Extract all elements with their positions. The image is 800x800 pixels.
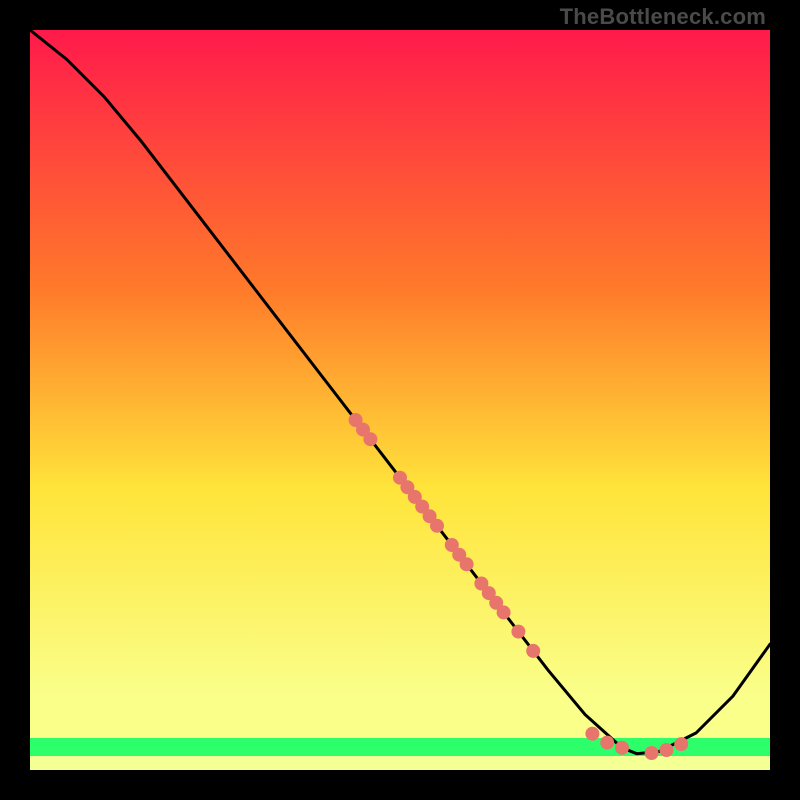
data-point [497, 605, 511, 619]
data-point [585, 727, 599, 741]
data-point [511, 625, 525, 639]
data-point [526, 644, 540, 658]
data-point [460, 557, 474, 571]
plot-svg [30, 30, 770, 770]
bottom-strip [30, 756, 770, 770]
plot-frame [30, 30, 770, 770]
data-point [674, 737, 688, 751]
data-point [615, 741, 629, 755]
green-band [30, 738, 770, 756]
data-point [363, 432, 377, 446]
data-point [430, 519, 444, 533]
watermark-text: TheBottleneck.com [560, 4, 766, 30]
data-point [645, 746, 659, 760]
data-point [659, 743, 673, 757]
data-point [600, 736, 614, 750]
